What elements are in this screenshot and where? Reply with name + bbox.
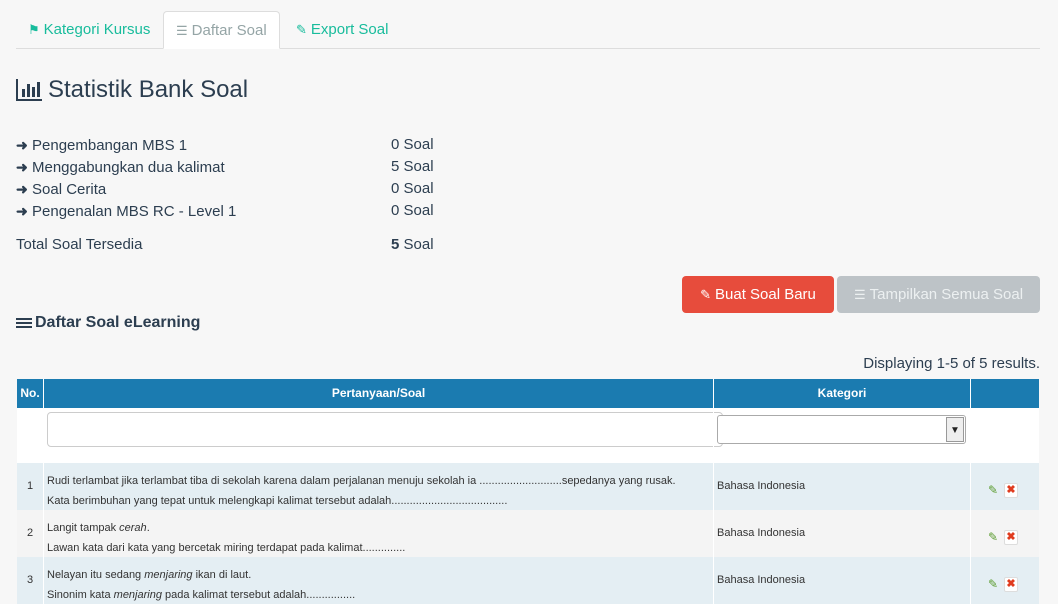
stat-label: Pengenalan MBS RC - Level 1 <box>32 203 237 220</box>
stat-count: 0 Soal <box>391 136 434 153</box>
question-cell: Langit tampak cerah. Lawan kata dari kat… <box>47 510 713 557</box>
stat-item: ➜ Menggabungkan dua kalimat <box>16 157 225 177</box>
nav-tabs: ⚑ Kategori Kursus ☰ Daftar Soal ✎ Export So… <box>16 11 1040 49</box>
tab-daftar-soal[interactable]: ☰ Daftar Soal <box>163 11 280 49</box>
question-cell: Rudi terlambat jika terlambat tiba di se… <box>47 463 713 510</box>
arrow-right-icon: ➜ <box>16 181 28 197</box>
question-instruction: Lawan kata dari kata yang bercetak mirin… <box>47 542 406 554</box>
stat-count: 5 Soal <box>391 158 434 175</box>
stat-item: ➜ Pengembangan MBS 1 <box>16 135 187 155</box>
list-icon <box>16 316 32 330</box>
tab-kategori-kursus[interactable]: ⚑ Kategori Kursus <box>28 11 150 49</box>
button-label: Buat Soal Baru <box>715 286 816 303</box>
question-filter-input[interactable] <box>47 412 723 447</box>
stat-item: ➜ Soal Cerita <box>16 179 106 199</box>
filter-row: ▼ <box>17 408 1039 463</box>
row-number: 2 <box>26 527 34 539</box>
question-text: Rudi terlambat jika terlambat tiba di se… <box>47 475 676 487</box>
stat-label: Pengembangan MBS 1 <box>32 137 188 154</box>
stat-label: Soal Cerita <box>32 181 107 198</box>
list-heading: Daftar Soal eLearning <box>16 314 200 332</box>
question-cell: Nelayan itu sedang menjaring ikan di lau… <box>47 557 713 604</box>
question-instruction: Kata berimbuhan yang tepat untuk melengk… <box>47 495 508 507</box>
tab-label: Daftar Soal <box>191 22 267 39</box>
actions-cell: ✎ ✖ <box>971 510 1039 557</box>
delete-icon[interactable]: ✖ <box>1004 577 1018 592</box>
edit-icon[interactable]: ✎ <box>988 578 1000 590</box>
stat-count: 0 Soal <box>391 202 434 219</box>
arrow-right-icon: ➜ <box>16 137 28 153</box>
column-header-no[interactable]: No. <box>17 379 43 408</box>
stat-count: 0 Soal <box>391 180 434 197</box>
stat-item: ➜ Pengenalan MBS RC - Level 1 <box>16 201 236 221</box>
row-number: 3 <box>26 574 34 586</box>
stats-heading: Statistik Bank Soal <box>16 76 248 104</box>
edit-icon[interactable]: ✎ <box>988 484 1000 496</box>
table-row: 2 Langit tampak cerah. Lawan kata dari k… <box>17 510 1039 557</box>
delete-icon[interactable]: ✖ <box>1004 530 1018 545</box>
column-divider <box>970 379 971 604</box>
column-divider <box>43 379 44 604</box>
column-header-actions <box>971 379 1039 408</box>
column-header-category[interactable]: Kategori <box>714 379 970 408</box>
create-question-button[interactable]: ✎ Buat Soal Baru <box>682 276 834 313</box>
column-divider <box>713 379 714 604</box>
row-number: 1 <box>26 480 34 492</box>
table-row: 1 Rudi terlambat jika terlambat tiba di … <box>17 463 1039 510</box>
actions-cell: ✎ ✖ <box>971 557 1039 604</box>
pencil-icon: ✎ <box>700 287 711 302</box>
stat-label: Menggabungkan dua kalimat <box>32 159 225 176</box>
category-filter-select[interactable]: ▼ <box>717 415 966 444</box>
category-cell: Bahasa Indonesia <box>717 480 806 492</box>
button-label: Tampilkan Semua Soal <box>869 286 1024 303</box>
category-cell: Bahasa Indonesia <box>717 527 806 539</box>
bookmark-icon: ⚑ <box>28 22 40 37</box>
category-cell: Bahasa Indonesia <box>717 574 806 586</box>
arrow-right-icon: ➜ <box>16 159 28 175</box>
total-label: Total Soal Tersedia <box>16 236 143 253</box>
list-title-text: Daftar Soal eLearning <box>35 314 201 331</box>
table-row: 3 Nelayan itu sedang menjaring ikan di l… <box>17 557 1039 604</box>
list-icon: ☰ <box>176 23 188 38</box>
results-summary: Displaying 1-5 of 5 results. <box>863 355 1040 372</box>
total-count: 5 Soal <box>391 235 434 255</box>
chevron-down-icon: ▼ <box>946 417 964 442</box>
list-icon: ☰ <box>853 287 866 302</box>
tab-export-soal[interactable]: ✎ Export Soal <box>296 11 388 49</box>
edit-icon[interactable]: ✎ <box>988 531 1000 543</box>
pencil-icon: ✎ <box>296 22 307 37</box>
actions-cell: ✎ ✖ <box>971 463 1039 510</box>
arrow-right-icon: ➜ <box>16 203 28 219</box>
question-text: Nelayan itu sedang menjaring ikan di lau… <box>47 569 252 581</box>
total-unit: Soal <box>399 236 434 253</box>
delete-icon[interactable]: ✖ <box>1004 483 1018 498</box>
tab-label: Export Soal <box>310 21 389 38</box>
column-header-question[interactable]: Pertanyaan/Soal <box>44 379 713 408</box>
page-title: Statistik Bank Soal <box>48 76 249 103</box>
bar-chart-icon <box>16 79 42 101</box>
tab-label: Kategori Kursus <box>43 21 151 38</box>
question-instruction: Sinonim kata menjaring pada kalimat ters… <box>47 589 356 601</box>
show-all-questions-button[interactable]: ☰ Tampilkan Semua Soal <box>837 276 1040 313</box>
question-text: Langit tampak cerah. <box>47 522 150 534</box>
